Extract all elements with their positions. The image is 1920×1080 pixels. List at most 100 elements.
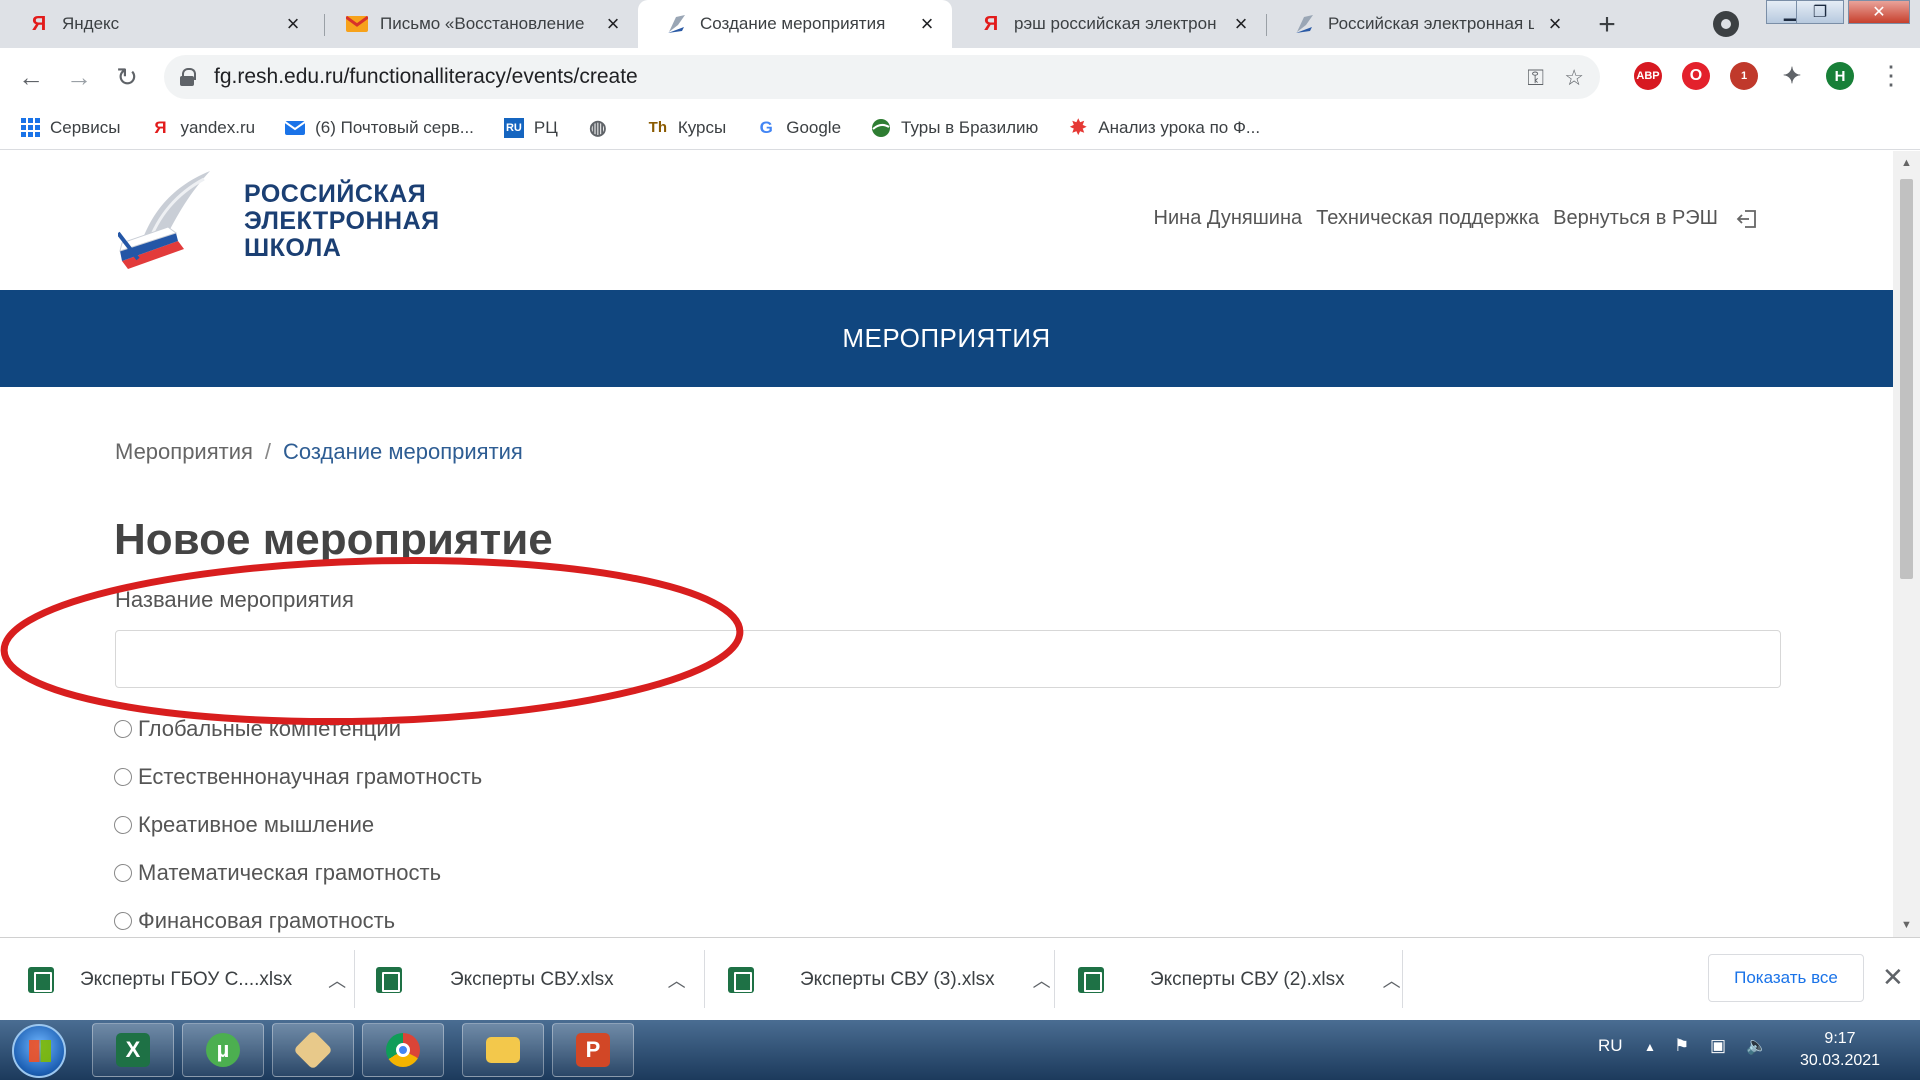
- radio-button[interactable]: [114, 864, 132, 882]
- bookmark-apps[interactable]: Сервисы: [20, 118, 120, 138]
- resh-icon: [666, 13, 688, 35]
- chevron-up-icon[interactable]: ︿: [668, 967, 686, 993]
- excel-file-icon: [28, 966, 54, 993]
- flag-icon[interactable]: ⚑: [1674, 1036, 1689, 1056]
- bookmark-star-icon[interactable]: ☆: [1564, 65, 1584, 91]
- system-clock[interactable]: 9:17 30.03.2021: [1790, 1028, 1890, 1072]
- taskbar-excel[interactable]: X: [92, 1023, 174, 1077]
- user-name-link[interactable]: Нина Дуняшина: [1154, 207, 1303, 230]
- excel-file-icon: [1078, 966, 1104, 993]
- taskbar-utorrent[interactable]: µ: [182, 1023, 264, 1077]
- back-button[interactable]: ←: [14, 60, 48, 94]
- tab-create-event[interactable]: Создание мероприятия ×: [638, 0, 952, 48]
- radio-button[interactable]: [114, 816, 132, 834]
- powerpoint-icon: P: [576, 1033, 610, 1067]
- radio-financial-literacy[interactable]: Финансовая грамотность: [114, 908, 395, 934]
- page-scrollbar[interactable]: ▲ ▼: [1893, 151, 1920, 937]
- bookmark-yandex[interactable]: Я yandex.ru: [150, 118, 255, 138]
- kebab-menu-icon[interactable]: ⋮: [1878, 60, 1904, 91]
- tab-title: рэш российская электрон: [1014, 14, 1217, 33]
- chevron-up-icon[interactable]: ︿: [1383, 967, 1401, 993]
- bookmark-tours[interactable]: Туры в Бразилию: [871, 118, 1038, 138]
- radio-button[interactable]: [114, 912, 132, 930]
- browser-toolbar: ← → ↻ fg.resh.edu.ru/functionalliteracy/…: [0, 48, 1920, 106]
- folder-icon: [486, 1037, 520, 1063]
- start-button[interactable]: [12, 1024, 66, 1078]
- close-tab-icon[interactable]: ×: [282, 11, 304, 36]
- download-item[interactable]: Эксперты СВУ (2).xlsx ︿: [1078, 938, 1401, 1021]
- tray-expand-icon[interactable]: ▲: [1644, 1040, 1656, 1054]
- radio-creative-thinking[interactable]: Креативное мышление: [114, 812, 374, 838]
- new-tab-button[interactable]: +: [1590, 8, 1624, 42]
- event-name-input[interactable]: [115, 630, 1781, 688]
- globe-icon: ◍: [589, 117, 607, 139]
- taskbar-app[interactable]: [272, 1023, 354, 1077]
- bookmark-mail[interactable]: (6) Почтовый серв...: [285, 118, 474, 138]
- bookmark-google[interactable]: G Google: [756, 118, 841, 138]
- close-tab-icon[interactable]: ×: [602, 11, 624, 36]
- breadcrumb-events-link[interactable]: Мероприятия: [115, 439, 253, 464]
- bookmark-lesson-analysis[interactable]: ✸ Анализ урока по Ф...: [1068, 117, 1260, 139]
- extension-badge-icon[interactable]: 1: [1730, 62, 1758, 90]
- close-tab-icon[interactable]: ×: [916, 11, 938, 36]
- puzzle-icon[interactable]: ✦: [1778, 62, 1806, 90]
- maximize-button[interactable]: ❐: [1796, 0, 1844, 24]
- star-icon: ✸: [1069, 117, 1087, 139]
- radio-science-literacy[interactable]: Естественнонаучная грамотность: [114, 764, 482, 790]
- logout-icon[interactable]: [1736, 209, 1758, 229]
- avatar[interactable]: H: [1826, 62, 1854, 90]
- chevron-up-icon[interactable]: ︿: [328, 967, 346, 993]
- back-to-resh-link[interactable]: Вернуться в РЭШ: [1553, 207, 1718, 230]
- chevron-up-icon[interactable]: ︿: [1033, 967, 1051, 993]
- close-tab-icon[interactable]: ×: [1230, 11, 1252, 36]
- network-icon[interactable]: ▣: [1710, 1036, 1726, 1056]
- show-all-downloads-button[interactable]: Показать все: [1708, 954, 1864, 1002]
- radio-global-competencies[interactable]: Глобальные компетенции: [114, 716, 401, 742]
- site-logo-text[interactable]: РОССИЙСКАЯ ЭЛЕКТРОННАЯ ШКОЛА: [244, 181, 440, 262]
- travel-icon: [871, 118, 891, 138]
- address-bar[interactable]: fg.resh.edu.ru/functionalliteracy/events…: [164, 55, 1600, 99]
- bookmark-rc[interactable]: RU РЦ: [503, 117, 558, 138]
- forward-button[interactable]: →: [62, 60, 96, 94]
- tab-resh[interactable]: Российская электронная ш ×: [1266, 0, 1580, 48]
- close-tab-icon[interactable]: ×: [1544, 11, 1566, 36]
- google-icon: G: [759, 117, 773, 137]
- taskbar-chrome[interactable]: [362, 1023, 444, 1077]
- resh-logo-icon[interactable]: [118, 163, 214, 273]
- bookmark-globe[interactable]: ◍: [588, 117, 618, 139]
- download-item[interactable]: Эксперты СВУ.xlsx ︿: [376, 938, 686, 1021]
- breadcrumb-current: Создание мероприятия: [283, 439, 523, 464]
- window-close-button[interactable]: ✕: [1848, 0, 1910, 24]
- scrollbar-thumb[interactable]: [1900, 179, 1913, 579]
- apps-icon: [20, 118, 40, 138]
- download-item[interactable]: Эксперты СВУ (3).xlsx ︿: [728, 938, 1051, 1021]
- radio-math-literacy[interactable]: Математическая грамотность: [114, 860, 441, 886]
- download-item[interactable]: Эксперты ГБОУ С....xlsx ︿: [28, 938, 346, 1021]
- close-icon[interactable]: ✕: [1882, 962, 1904, 993]
- scroll-down-icon[interactable]: ▼: [1901, 919, 1912, 931]
- tab-strip: Я Яндекс × Письмо «Восстановление × Созд…: [0, 0, 1920, 48]
- bookmark-courses[interactable]: Th Курсы: [648, 118, 727, 138]
- taskbar-powerpoint[interactable]: P: [552, 1023, 634, 1077]
- scroll-up-icon[interactable]: ▲: [1901, 157, 1912, 169]
- language-indicator[interactable]: RU: [1598, 1036, 1623, 1056]
- lock-icon[interactable]: [180, 68, 196, 86]
- tab-yandex-search[interactable]: Я рэш российская электрон ×: [952, 0, 1266, 48]
- taskbar-explorer[interactable]: [462, 1023, 544, 1077]
- adblock-icon[interactable]: ABP: [1634, 62, 1662, 90]
- tech-support-link[interactable]: Техническая поддержка: [1316, 207, 1539, 230]
- radio-button[interactable]: [114, 768, 132, 786]
- volume-icon[interactable]: 🔈: [1746, 1036, 1767, 1056]
- tab-yandex[interactable]: Я Яндекс ×: [0, 0, 318, 48]
- radio-button[interactable]: [114, 720, 132, 738]
- ru-icon: RU: [503, 117, 524, 138]
- tab-search-icon[interactable]: [1713, 11, 1739, 37]
- banner-title: МЕРОПРИЯТИЯ: [842, 323, 1051, 353]
- tab-mail[interactable]: Письмо «Восстановление ×: [318, 0, 638, 48]
- excel-file-icon: [376, 966, 402, 993]
- key-icon[interactable]: ⚿: [1527, 65, 1544, 91]
- reload-button[interactable]: ↻: [110, 60, 144, 94]
- yandex-icon: Я: [154, 117, 167, 137]
- opera-icon[interactable]: O: [1682, 62, 1710, 90]
- chrome-icon: [386, 1033, 420, 1067]
